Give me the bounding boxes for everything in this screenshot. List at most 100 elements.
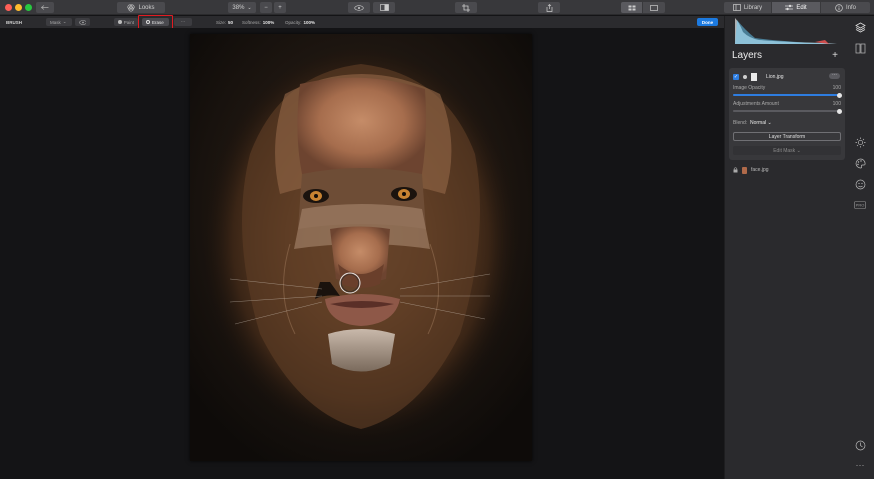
single-view-icon [650, 4, 658, 11]
minimize-window-button[interactable] [15, 4, 22, 11]
image-opacity-handle[interactable] [836, 92, 842, 98]
image-opacity-label: Image Opacity [733, 85, 766, 91]
histogram [725, 16, 847, 44]
mode-tabs: Library Edit Info [724, 2, 870, 13]
base-layer-row[interactable]: face.jpg [733, 165, 769, 175]
tab-info-label: Info [845, 4, 856, 11]
more-icon[interactable]: ⋯ [854, 459, 866, 471]
softness-value: 100% [262, 19, 275, 25]
back-arrow-icon [41, 5, 49, 10]
add-layer-button[interactable]: + [830, 51, 840, 61]
eye-icon [79, 19, 86, 25]
done-button[interactable]: Done [697, 18, 718, 26]
softness-label: Softness: [242, 19, 261, 25]
layer-name: Lion.jpg [766, 74, 784, 80]
history-icon[interactable] [854, 439, 866, 451]
eye-icon [354, 4, 364, 11]
pro-icon[interactable]: PRO [854, 199, 866, 211]
view-mode-toggle [621, 2, 665, 13]
tab-library[interactable]: Library [724, 2, 772, 13]
library-icon [732, 4, 741, 11]
tab-edit[interactable]: Edit [772, 2, 821, 13]
toolbar-mode-label: BRUSH [6, 19, 23, 25]
chevron-down-icon: ⌄ [247, 4, 252, 11]
chevron-down-icon: ⌄ [62, 19, 67, 24]
chevron-down-icon: ⌄ [767, 120, 772, 126]
zoom-out-button[interactable]: − [260, 2, 272, 13]
brush-softness-stat[interactable]: Softness: 100% [242, 18, 274, 26]
paint-dot-icon [118, 20, 122, 24]
more-options-icon: ⋯ [180, 19, 186, 24]
paint-label: Paint [123, 19, 134, 25]
plus-icon: + [278, 4, 282, 11]
edit-mask-label: Edit Mask [773, 147, 796, 154]
looks-button[interactable]: Looks [117, 2, 165, 13]
layers-icon[interactable] [854, 21, 866, 33]
sidebar-toggle-button[interactable] [36, 2, 54, 13]
compare-icon[interactable] [854, 42, 866, 54]
brush-options-dropdown[interactable]: ⋯ [174, 18, 192, 26]
blend-value: Normal [750, 120, 767, 126]
opacity-value: 100% [303, 19, 316, 25]
zoom-value: 38% [232, 4, 245, 11]
zoom-dropdown[interactable]: 38% ⌄ [228, 2, 256, 13]
tool-icon-bar: PRO ⋯ [846, 16, 874, 479]
sun-icon[interactable] [854, 136, 866, 148]
title-bar: Looks 38% ⌄ − + Library Edit Info [0, 0, 874, 15]
layer-options-button[interactable]: ⋯ [829, 73, 840, 79]
brush-opacity-stat[interactable]: Opacity: 100% [285, 18, 315, 26]
split-view-icon [379, 4, 389, 11]
adjustments-value: 100 [832, 101, 841, 107]
tab-library-label: Library [743, 4, 763, 11]
preview-button[interactable] [348, 2, 370, 13]
edit-mask-button[interactable]: Edit Mask ⌄ [733, 146, 841, 155]
share-icon [546, 3, 552, 12]
zoom-in-button[interactable]: + [274, 2, 286, 13]
layers-title: Layers [732, 50, 763, 61]
adjustments-fill [733, 110, 839, 112]
size-label: Size: [216, 19, 227, 25]
image-opacity-slider[interactable] [733, 92, 842, 98]
adjustments-handle[interactable] [836, 108, 842, 114]
lion-face-composite-image [190, 34, 532, 461]
zoom-window-button[interactable] [25, 4, 32, 11]
layer-transform-button[interactable]: Layer Transform [733, 132, 841, 141]
composite-photo[interactable] [190, 34, 532, 461]
opacity-label: Opacity: [285, 19, 302, 25]
mask-dropdown[interactable]: Mask ⌄ [46, 18, 72, 26]
layers-panel: Layers + ✓ Lion.jpg ⋯ Image Opacity 100 … [724, 16, 847, 479]
sliders-icon [785, 4, 794, 11]
paint-button[interactable]: Paint [114, 18, 138, 26]
layer-thumbnail [751, 73, 757, 81]
plus-icon: + [832, 50, 838, 61]
close-window-button[interactable] [5, 4, 12, 11]
palette-icon[interactable] [854, 157, 866, 169]
looks-icon [127, 3, 136, 12]
lock-icon [733, 167, 738, 173]
face-icon[interactable] [854, 178, 866, 190]
layer-visible-checkbox[interactable]: ✓ [733, 74, 739, 80]
svg-text:PRO: PRO [856, 203, 865, 208]
base-layer-thumbnail [742, 166, 747, 174]
share-button[interactable] [538, 2, 560, 13]
image-opacity-value: 100 [832, 85, 841, 91]
crop-icon [462, 3, 470, 12]
view-single-button[interactable] [643, 2, 665, 13]
tab-info[interactable]: Info [821, 2, 870, 13]
adjustments-slider[interactable] [733, 108, 842, 114]
tab-edit-label: Edit [796, 4, 807, 11]
view-grid-button[interactable] [621, 2, 643, 13]
mask-visibility-button[interactable] [75, 18, 90, 26]
compare-button[interactable] [373, 2, 395, 13]
blend-dropdown[interactable]: Normal ⌄ [750, 120, 772, 126]
eye-dot-icon[interactable] [743, 75, 747, 79]
base-layer-name: face.jpg [751, 167, 769, 173]
brush-toolbar: BRUSH Mask ⌄ Paint Erase ⋯ Size: 50 Softn… [0, 15, 724, 29]
brush-size-stat[interactable]: Size: 50 [216, 18, 233, 26]
crop-button[interactable] [455, 2, 477, 13]
image-opacity-fill [733, 94, 839, 96]
looks-label: Looks [138, 4, 155, 11]
blend-label: Blend: [733, 120, 748, 126]
minus-icon: − [264, 4, 268, 11]
grid-icon [628, 5, 635, 10]
